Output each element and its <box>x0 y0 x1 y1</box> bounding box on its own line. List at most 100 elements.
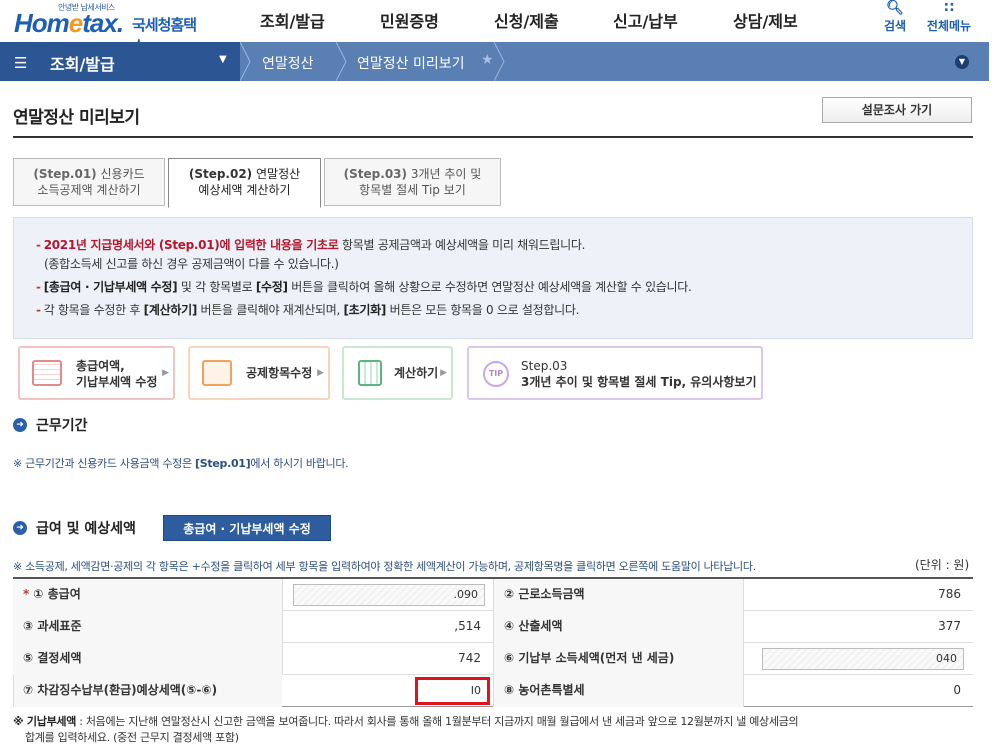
prepaid-tax-cell: 040 <box>743 643 973 675</box>
calendar-icon <box>32 360 62 386</box>
tip-step-button[interactable]: TIP Step.03 3개년 추이 및 항목별 절세 Tip, 유의사항보기 <box>467 346 763 400</box>
tab-line: (Step.01) 신용카드 <box>14 166 164 182</box>
footnote-line: ※ 기납부세액 : 처음에는 지난해 연말정산시 신고한 금액을 보여줍니다. … <box>13 714 799 730</box>
unit-label: (단위 : 원) <box>915 558 970 572</box>
tax-table: * ① 총급여 .090 ② 근로소득금액 786 ③ 과세표준 ,514 ④ 산… <box>13 577 973 707</box>
chevron-right-icon: ▶ <box>162 368 169 378</box>
prepaid-tax-value[interactable]: 040 <box>762 648 964 670</box>
chevron-down-icon: ▼ <box>219 54 227 65</box>
note-text: 에서 하시기 바랍니다. <box>250 457 349 470</box>
logo-brand-part: tax. <box>82 8 124 38</box>
tab-step-label: (Step.01) <box>33 167 97 181</box>
special-tax-value: 0 <box>743 675 973 707</box>
table-row: ⑤ 결정세액 742 ⑥ 기납부 소득세액(먼저 낸 세금) 040 <box>13 643 973 675</box>
prepaid-tax-label[interactable]: ⑥ 기납부 소득세액(먼저 낸 세금) <box>493 643 743 675</box>
calculated-tax-label[interactable]: ④ 산출세액 <box>493 611 743 643</box>
search-button[interactable]: 🔍︎ 검색 <box>880 0 910 34</box>
tab-step03[interactable]: (Step.03) 3개년 추이 및 항목별 절세 Tip 보기 <box>324 158 501 206</box>
guide-line: -2021년 지급명세서와 (Step.01)에 입력한 내용을 기초로 항목별… <box>36 236 585 253</box>
step-label: Step.03 3개년 추이 및 항목별 절세 Tip, 유의사항보기 <box>521 358 757 390</box>
logo-brand: Hometax. <box>14 8 124 39</box>
tab-text: 소득공제액 계산하기 <box>37 183 141 197</box>
tab-line: (Step.02) 연말정산 <box>169 166 320 182</box>
earned-income-label[interactable]: ② 근로소득금액 <box>493 579 743 611</box>
grid-icon: ∷ <box>944 0 954 16</box>
guide-text: 버튼을 클릭해야 재계산되며, <box>197 303 344 317</box>
guide-line: - [총급여 · 기납부세액 수정] 및 각 항목별로 [수정] 버튼을 클릭하여… <box>36 278 692 295</box>
table-row: * ① 총급여 .090 ② 근로소득금액 786 <box>13 579 973 611</box>
tab-step01[interactable]: (Step.01) 신용카드 소득공제액 계산하기 <box>13 158 165 206</box>
tax-base-value: ,514 <box>282 611 493 643</box>
page-title: 연말정산 미리보기 <box>13 108 140 128</box>
note-text: ※ 근무기간과 신용카드 사용금액 수정은 <box>13 457 196 470</box>
calculate-step-button[interactable]: 계산하기 ▶ <box>342 346 453 400</box>
calculator-icon <box>358 360 382 386</box>
tip-icon: TIP <box>483 361 509 387</box>
favorite-star-icon[interactable]: ★ <box>481 52 494 68</box>
guide-text: 및 각 항목별로 <box>177 280 256 294</box>
monitor-icon <box>202 360 232 386</box>
bullet: - <box>36 238 41 252</box>
gnb-item-inquiry[interactable]: 조회/발급 <box>260 8 325 32</box>
footnote-label: ※ 기납부세액 <box>13 715 77 728</box>
step-label-line: Step.03 <box>521 359 568 373</box>
logo-brand-e: e <box>68 8 84 38</box>
arrow-circle-icon: ➜ <box>13 521 27 535</box>
menu-dropdown[interactable]: ☰ 조회/발급 ▼ <box>0 42 240 81</box>
footnote-text: : 처음에는 지난해 연말정산시 신고한 금액을 보여줍니다. 따라서 회사를 … <box>76 715 799 728</box>
section-title-work-period: 근무기간 <box>36 418 88 434</box>
tab-text: 신용카드 <box>100 167 145 181</box>
bullet: - <box>36 303 41 317</box>
expand-circle-icon[interactable]: ▼ <box>955 55 969 69</box>
table-row: ⑦ 차감징수납부(환급)예상세액(⑤-⑥) I0 ⑧ 농어촌특별세 0 <box>13 675 973 707</box>
breadcrumb-item[interactable]: 연말정산 <box>262 53 314 73</box>
step-label-line: 총급여액, <box>76 359 125 373</box>
guide-bold: [수정] <box>255 280 288 294</box>
title-divider <box>13 136 973 138</box>
breadcrumb-separator <box>494 42 505 81</box>
calculated-tax-value: 377 <box>743 611 973 643</box>
total-salary-label[interactable]: * ① 총급여 <box>13 579 282 611</box>
logo-brand-part: Hom <box>14 8 70 38</box>
tax-base-label[interactable]: ③ 과세표준 <box>13 611 282 643</box>
special-tax-label[interactable]: ⑧ 농어촌특별세 <box>493 675 743 707</box>
guide-box: -2021년 지급명세서와 (Step.01)에 입력한 내용을 기초로 항목별… <box>13 217 973 339</box>
hometax-logo[interactable]: 안녕받 납세서비스 Hometax. 국세청홈택스 <box>14 2 199 55</box>
chevron-right-icon: ▶ <box>440 368 447 378</box>
guide-line: (종합소득세 신고를 하신 경우 공제금액이 다를 수 있습니다.) <box>44 257 339 271</box>
guide-line: -각 항목을 수정한 후 [계산하기] 버튼을 클릭해야 재계산되며, [초기화… <box>36 301 579 318</box>
gnb-item-application[interactable]: 신청/제출 <box>494 8 559 32</box>
guide-text: 버튼은 모든 항목을 0 으로 설정합니다. <box>386 303 580 317</box>
tab-line: (Step.03) 3개년 추이 및 <box>325 166 500 182</box>
allmenu-button[interactable]: ∷ 전체메뉴 <box>922 0 976 34</box>
step-label: 총급여액, 기납부세액 수정 <box>76 358 157 390</box>
note-bold: [Step.01] <box>195 457 251 470</box>
expected-tax-cell: I0 <box>13 675 493 707</box>
tab-step-label: (Step.02) <box>188 167 253 181</box>
edit-salary-tax-button[interactable]: 총급여 · 기납부세액 수정 <box>163 515 331 541</box>
arrow-circle-icon: ➜ <box>13 418 27 432</box>
survey-button[interactable]: 설문조사 가기 <box>822 97 972 123</box>
breadcrumb-current[interactable]: 연말정산 미리보기 <box>357 53 465 73</box>
search-icon: 🔍︎ <box>886 0 904 16</box>
tab-step-label: (Step.03) <box>343 167 408 181</box>
top-header: 안녕받 납세서비스 Hometax. 국세청홈택스 조회/발급 민원증명 신청/… <box>0 0 999 55</box>
gnb-item-report[interactable]: 신고/납부 <box>613 8 678 32</box>
step-label-line: 3개년 추이 및 항목별 절세 Tip, 유의사항보기 <box>521 375 757 389</box>
menu-label: 조회/발급 <box>50 55 115 74</box>
edit-deduction-step-button[interactable]: 공제항목수정 ▶ <box>188 346 330 400</box>
step-label-line: 기납부세액 수정 <box>76 375 158 389</box>
earned-income-value: 786 <box>743 579 973 611</box>
tab-step02[interactable]: (Step.02) 연말정산 예상세액 계산하기 <box>168 158 321 208</box>
search-label: 검색 <box>883 19 907 33</box>
gnb-item-consult[interactable]: 상담/제보 <box>733 8 798 32</box>
guide-text: 각 항목을 수정한 후 <box>43 303 144 317</box>
determined-tax-label[interactable]: ⑤ 결정세액 <box>13 643 282 675</box>
chevron-right-icon: ▶ <box>317 368 324 378</box>
total-salary-value[interactable]: .090 <box>293 584 485 606</box>
guide-bold: [초기화] <box>343 303 387 317</box>
edit-salary-step-button[interactable]: 총급여액, 기납부세액 수정 ▶ <box>18 346 175 400</box>
step-label: 공제항목수정 <box>246 366 313 380</box>
gnb-item-certificate[interactable]: 민원증명 <box>380 8 439 32</box>
salary-note: ※ 소득공제, 세액감면·공제의 각 항목은 +수정을 클릭하여 세부 항목을 … <box>13 560 756 573</box>
